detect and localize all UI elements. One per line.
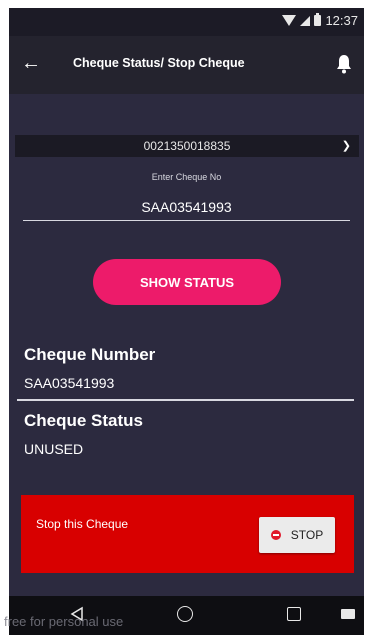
cheque-field-label: Enter Cheque No — [151, 172, 222, 182]
status-icons: 12:37 — [282, 13, 358, 28]
cheque-number-input[interactable] — [23, 194, 350, 221]
watermark: free for personal use — [4, 614, 124, 629]
page-title: Cheque Status/ Stop Cheque — [73, 56, 245, 70]
signal-icon — [300, 15, 311, 26]
account-dropdown[interactable]: 0021350018835 ❯ — [15, 135, 359, 157]
stop-cheque-label: Stop this Cheque — [36, 517, 129, 531]
app-bar: ← Cheque Status/ Stop Cheque — [9, 36, 364, 94]
bell-icon[interactable] — [336, 54, 352, 74]
account-number: 0021350018835 — [143, 139, 231, 153]
keyboard-icon[interactable] — [341, 609, 355, 619]
cheque-status-heading: Cheque Status — [24, 411, 144, 430]
divider — [17, 399, 354, 401]
nav-home-icon[interactable] — [177, 606, 193, 622]
stop-circle-icon — [270, 530, 281, 540]
show-status-button[interactable]: SHOW STATUS — [93, 259, 281, 305]
back-arrow-icon[interactable]: ← — [21, 50, 41, 76]
status-time: 12:37 — [325, 13, 358, 28]
cheque-number-heading: Cheque Number — [24, 345, 156, 364]
cheque-number-value: SAA03541993 — [24, 375, 115, 391]
chevron-down-icon: ❯ — [341, 140, 351, 152]
cheque-status-value: UNUSED — [24, 441, 84, 457]
stop-button-label: STOP — [290, 528, 324, 542]
phone-screen: 12:37 ← Cheque Status/ Stop Cheque 00213… — [9, 8, 364, 635]
status-bar: 12:37 — [9, 8, 364, 36]
nav-recents-icon[interactable] — [287, 607, 301, 621]
stop-button[interactable]: STOP — [259, 517, 335, 553]
stop-cheque-panel: Stop this Cheque STOP — [21, 495, 354, 573]
battery-icon — [314, 13, 322, 26]
wifi-icon — [282, 15, 297, 26]
